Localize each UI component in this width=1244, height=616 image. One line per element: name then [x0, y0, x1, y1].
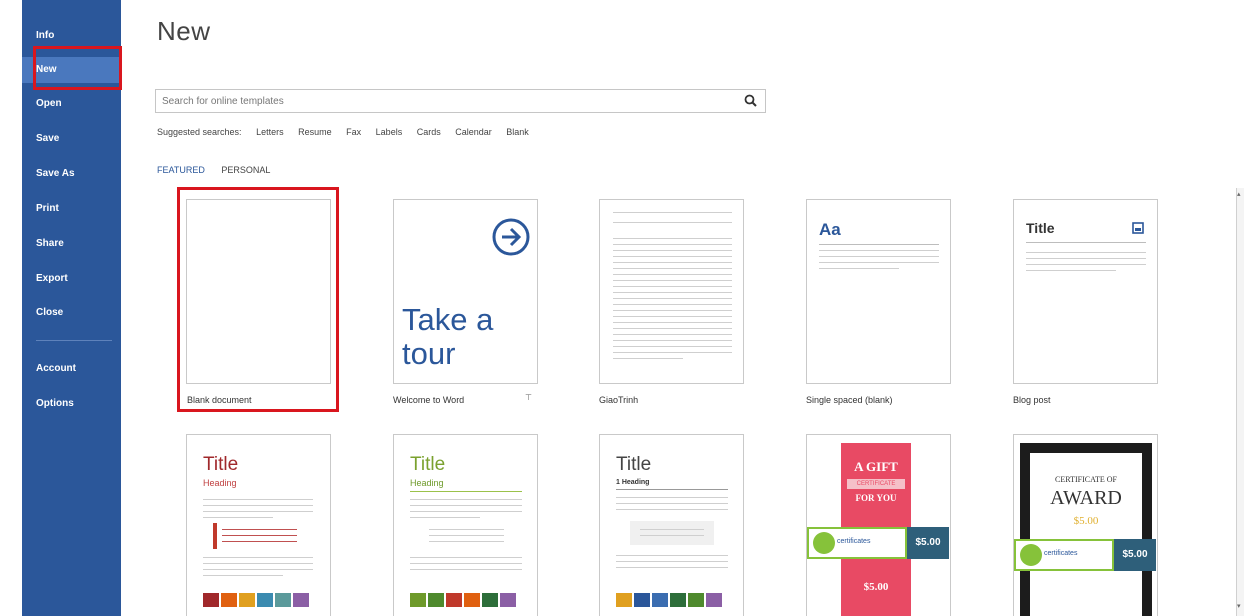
- award-amount: $5.00: [1073, 515, 1099, 527]
- tab-personal[interactable]: PERSONAL: [221, 165, 270, 175]
- nav-save[interactable]: Save: [22, 126, 121, 152]
- report3-heading: 1 Heading: [616, 479, 650, 486]
- page-title: New: [157, 16, 211, 46]
- nav-open[interactable]: Open: [22, 91, 121, 117]
- report2-title: Title: [410, 454, 446, 475]
- nav-separator: [36, 340, 112, 341]
- pin-icon[interactable]: ⊤: [525, 393, 532, 402]
- suggested-label: Suggested searches:: [157, 127, 242, 137]
- template-report-red[interactable]: Title Heading: [186, 434, 331, 616]
- gift-price-tag: $5.00: [907, 527, 949, 559]
- blog-title: Title: [1026, 220, 1055, 236]
- award-price-tag: $5.00: [1114, 539, 1156, 571]
- suggested-searches: Suggested searches: Letters Resume Fax L…: [157, 127, 541, 137]
- search-input[interactable]: [162, 90, 722, 112]
- template-giaotrinh-label: GiaoTrinh: [599, 395, 639, 405]
- template-report-gray[interactable]: Title 1 Heading: [599, 434, 744, 616]
- suggested-labels[interactable]: Labels: [376, 127, 403, 137]
- nav-export[interactable]: Export: [22, 266, 121, 292]
- highlight-new: [33, 46, 122, 90]
- template-giaotrinh[interactable]: [599, 199, 744, 384]
- template-award-certificate[interactable]: CERTIFICATE OF AWARD $5.00 certificates …: [1013, 434, 1158, 616]
- suggested-fax[interactable]: Fax: [346, 127, 361, 137]
- scroll-down-icon[interactable]: ▾: [1237, 602, 1241, 610]
- award-line1: CERTIFICATE OF: [1055, 475, 1117, 484]
- template-take-a-tour[interactable]: Take a tour: [393, 199, 538, 384]
- scroll-up-icon[interactable]: ▴: [1237, 190, 1241, 198]
- nav-options[interactable]: Options: [22, 391, 121, 417]
- gift-logo-box: certificates: [807, 527, 907, 559]
- nav-save-as[interactable]: Save As: [22, 161, 121, 187]
- report2-heading: Heading: [410, 478, 444, 488]
- nav-print[interactable]: Print: [22, 196, 121, 222]
- search-box: [155, 89, 766, 113]
- award-line2: AWARD: [1050, 487, 1122, 509]
- suggested-blank[interactable]: Blank: [506, 127, 529, 137]
- template-single-spaced[interactable]: Aa: [806, 199, 951, 384]
- template-blog-post[interactable]: Title: [1013, 199, 1158, 384]
- nav-share[interactable]: Share: [22, 231, 121, 257]
- award-brand: certificates: [1044, 550, 1078, 557]
- template-tabs: FEATURED PERSONAL: [157, 165, 284, 175]
- tour-line1: Take a: [402, 302, 494, 337]
- report3-title: Title: [616, 454, 652, 475]
- tour-line2: tour: [402, 336, 456, 371]
- scrollbar[interactable]: [1236, 188, 1244, 616]
- single-aa: Aa: [819, 220, 841, 239]
- suggested-resume[interactable]: Resume: [298, 127, 332, 137]
- tab-featured[interactable]: FEATURED: [157, 165, 205, 175]
- gift-brand: certificates: [837, 538, 871, 545]
- gift-line1: A GIFT: [854, 459, 898, 474]
- gift-line2: CERTIFICATE: [847, 479, 905, 489]
- suggested-calendar[interactable]: Calendar: [455, 127, 492, 137]
- backstage-sidebar: Info New Open Save Save As Print Share E…: [22, 0, 121, 616]
- gift-line3: FOR YOU: [855, 493, 897, 503]
- template-gift-certificate[interactable]: A GIFT CERTIFICATE FOR YOU certificates …: [806, 434, 951, 616]
- arrow-circle-icon: [492, 218, 530, 256]
- template-blog-label: Blog post: [1013, 395, 1051, 405]
- template-tour-label: Welcome to Word: [393, 395, 465, 405]
- template-report-green[interactable]: Title Heading: [393, 434, 538, 616]
- award-logo-box: certificates: [1014, 539, 1114, 571]
- suggested-cards[interactable]: Cards: [417, 127, 441, 137]
- nav-account[interactable]: Account: [22, 356, 121, 382]
- nav-close[interactable]: Close: [22, 300, 121, 326]
- report1-heading: Heading: [203, 478, 237, 488]
- suggested-letters[interactable]: Letters: [256, 127, 284, 137]
- gift-price2: $5.00: [863, 581, 889, 593]
- highlight-blank-document: [177, 187, 339, 412]
- search-icon[interactable]: [743, 93, 759, 109]
- blog-picture-icon: [1132, 222, 1144, 234]
- report1-title: Title: [203, 454, 239, 475]
- template-single-label: Single spaced (blank): [806, 395, 893, 405]
